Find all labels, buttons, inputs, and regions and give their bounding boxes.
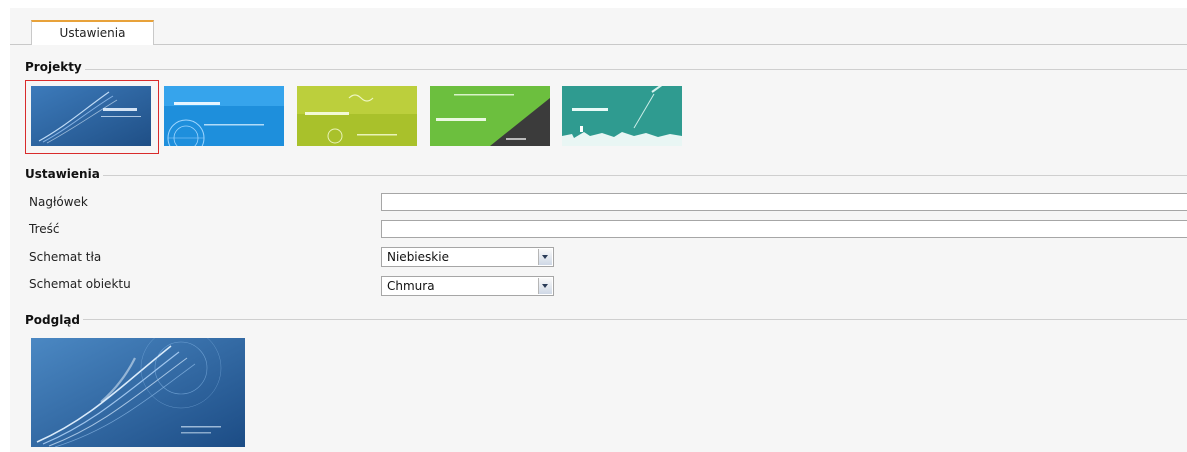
tab-ustawienia[interactable]: Ustawienia (31, 20, 154, 45)
design-thumb-3[interactable] (297, 86, 417, 146)
content-label: Treść (29, 222, 60, 236)
settings-panel: Ustawienia Projekty Ustawienia Nagłówek … (10, 8, 1187, 452)
section-divider (25, 69, 1187, 70)
chevron-down-icon (542, 255, 548, 259)
bg-scheme-value: Niebieskie (387, 250, 449, 264)
obj-scheme-value: Chmura (387, 279, 435, 293)
tab-strip: Ustawienia (10, 8, 1187, 45)
preview-image (31, 338, 245, 447)
section-title-projects: Projekty (25, 60, 85, 74)
section-divider (25, 175, 1187, 176)
design-thumb-1[interactable] (31, 86, 151, 146)
header-input[interactable] (381, 193, 1187, 211)
section-divider (25, 319, 1187, 320)
chevron-down-icon (542, 284, 548, 288)
section-title-preview: Podgląd (25, 313, 84, 327)
design-thumb-2[interactable] (164, 86, 284, 146)
obj-scheme-label: Schemat obiektu (29, 277, 131, 291)
design-thumb-4[interactable] (430, 86, 550, 146)
header-label: Nagłówek (29, 195, 88, 209)
design-thumb-5[interactable] (562, 86, 682, 146)
dropdown-button[interactable] (538, 249, 552, 265)
obj-scheme-select[interactable]: Chmura (381, 276, 554, 296)
content-input[interactable] (381, 220, 1187, 238)
dropdown-button[interactable] (538, 278, 552, 294)
bg-scheme-select[interactable]: Niebieskie (381, 247, 554, 267)
bg-scheme-label: Schemat tła (29, 250, 102, 264)
section-title-settings: Ustawienia (25, 167, 103, 181)
